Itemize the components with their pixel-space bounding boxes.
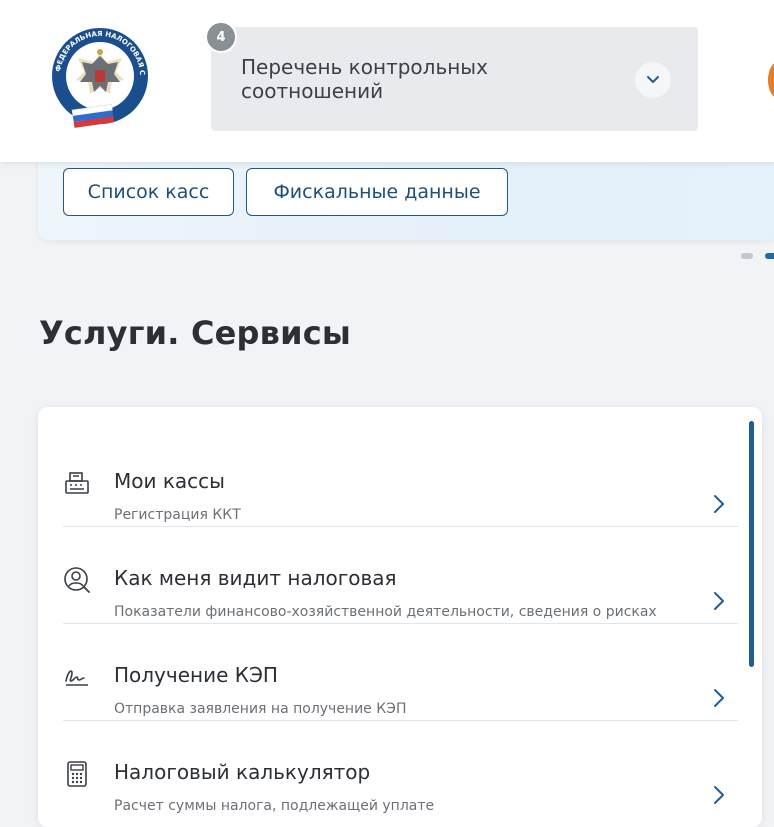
chevron-right-icon[interactable] [712,687,726,709]
service-subtitle: Регистрация ККТ [114,507,241,523]
service-title: Мои кассы [114,469,225,493]
fiscal-data-button[interactable]: Фискальные данные [246,168,508,216]
chevron-right-icon[interactable] [712,784,726,806]
cash-register-icon [65,472,89,494]
service-item-kep[interactable]: Получение КЭП Отправка заявления на полу… [63,625,738,721]
service-item-how-tax-sees-me[interactable]: Как меня видит налоговая Показатели фина… [63,528,738,624]
service-title: Получение КЭП [114,663,278,687]
fns-logo[interactable]: ФЕДЕРАЛЬНАЯ НАЛОГОВАЯ СЛУЖБА [46,26,154,134]
calculator-icon [67,761,87,787]
dropdown-label: Перечень контрольных соотношений [241,55,488,103]
dropdown-count-badge: 4 [205,21,237,53]
chevron-right-icon[interactable] [712,590,726,612]
services-list: Мои кассы Регистрация ККТ Как меня видит… [38,407,762,827]
chevron-down-icon[interactable] [635,62,671,98]
cash-list-button[interactable]: Список касс [63,168,234,216]
service-subtitle: Расчет суммы налога, подлежащей уплате [114,798,435,814]
service-title: Как меня видит налоговая [114,566,397,590]
user-search-icon [64,567,90,593]
chevron-right-icon[interactable] [712,493,726,515]
signature-icon [65,670,88,686]
service-subtitle: Отправка заявления на получение КЭП [114,701,407,717]
service-subtitle: Показатели финансово-хозяйственной деяте… [114,604,657,620]
control-ratios-dropdown[interactable]: 4 Перечень контрольных соотношений [205,21,698,131]
user-avatar-edge[interactable] [768,62,774,98]
service-item-tax-calculator[interactable]: Налоговый калькулятор Расчет суммы налог… [63,722,738,818]
service-title: Налоговый калькулятор [114,760,371,784]
carousel-dot-active[interactable] [765,253,774,259]
scrollbar[interactable] [749,421,754,667]
section-title: Услуги. Сервисы [39,314,352,352]
service-item-my-cash-registers[interactable]: Мои кассы Регистрация ККТ [63,431,738,527]
carousel-dot[interactable] [741,253,753,259]
header: ФЕДЕРАЛЬНАЯ НАЛОГОВАЯ СЛУЖБА 4 Перечень … [0,0,774,162]
